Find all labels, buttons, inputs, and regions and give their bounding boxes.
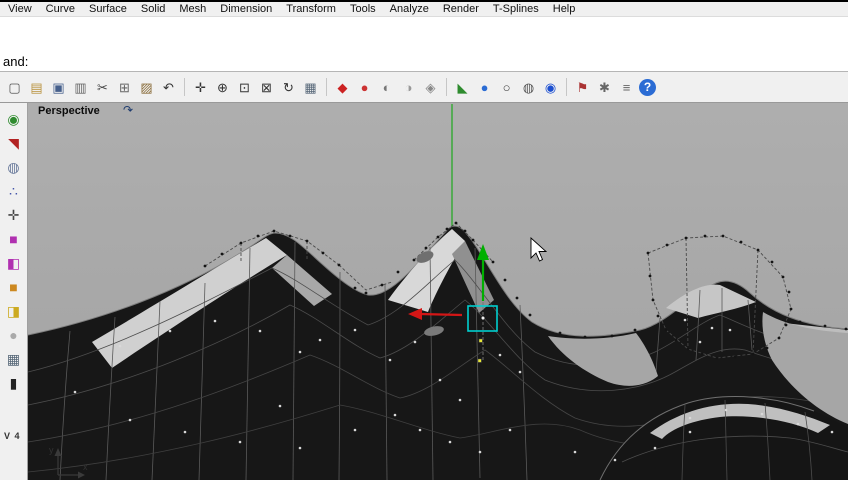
viewport-title[interactable]: Perspective [38,105,100,117]
version-label: V 4 [4,431,21,441]
menu-curve[interactable]: Curve [46,3,75,15]
perspective-viewport[interactable]: y x Perspective ↷ [28,103,848,480]
render-tool-2-icon[interactable]: ● [355,78,374,97]
gumball-move-icon[interactable]: ✛ [4,205,24,225]
open-file-icon[interactable]: ▤ [27,78,46,97]
grid-snap-icon[interactable]: ▦ [301,78,320,97]
menu-dimension[interactable]: Dimension [220,3,272,15]
cut-icon[interactable]: ✂ [93,78,112,97]
gray-sphere-icon[interactable]: ● [4,325,24,345]
shaded-sphere-icon[interactable]: ◉ [541,78,560,97]
dark-display-mode-icon[interactable]: ▮ [4,373,24,393]
zoom-extents-icon[interactable]: ⊠ [257,78,276,97]
pan-view-icon[interactable]: ✛ [191,78,210,97]
render-sphere-blue-icon[interactable]: ● [475,78,494,97]
command-history[interactable]: Option ( GripDisplayMode=Moved PointsOnS… [0,17,848,53]
orange-box-icon[interactable]: ■ [4,277,24,297]
selected-grip-point[interactable] [481,316,485,320]
copy-icon[interactable]: ⊞ [115,78,134,97]
lock-grips-icon[interactable]: ◈ [421,78,440,97]
checker-material-icon[interactable]: ▦ [4,349,24,369]
side-toolbar: ◉ ◥ ◍ ∴ ✛ ■ ◧ ■ ◨ ● ▦ ▮ V 4 [0,103,28,480]
menu-transform[interactable]: Transform [286,3,336,15]
menu-solid[interactable]: Solid [141,3,165,15]
menu-mesh[interactable]: Mesh [179,3,206,15]
flag-tool-icon[interactable]: ⚑ [573,78,592,97]
toolbar-separator [184,78,185,96]
render-tool-1-icon[interactable]: ◆ [333,78,352,97]
shaded-display-icon[interactable]: ◐ [377,78,396,97]
zoom-dynamic-icon[interactable]: ⊕ [213,78,232,97]
ghosted-display-icon[interactable]: ◑ [399,78,418,97]
wireframe-sphere-icon[interactable]: ○ [497,78,516,97]
help-icon[interactable]: ? [639,78,656,96]
menu-help[interactable]: Help [553,3,576,15]
rotate-arrow-icon[interactable]: ↷ [123,103,133,117]
print-icon[interactable]: ▥ [71,78,90,97]
viewport-canvas[interactable]: y x [28,103,848,480]
rotate-view-icon[interactable]: ↻ [279,78,298,97]
menu-view[interactable]: View [8,3,32,15]
yellow-box-split-icon[interactable]: ◨ [4,301,24,321]
menu-render[interactable]: Render [443,3,479,15]
menu-tools[interactable]: Tools [350,3,376,15]
save-file-icon[interactable]: ▣ [49,78,68,97]
axis-x-label: x [83,462,88,472]
main-toolbar: ▢ ▤ ▣ ▥ ✂ ⊞ ▨ ↶ ✛ ⊕ ⊡ ⊠ ↻ ▦ ◆ ● ◐ ◑ ◈ ◣ … [0,72,848,103]
main-content: ◉ ◥ ◍ ∴ ✛ ■ ◧ ■ ◨ ● ▦ ▮ V 4 y x Perspect… [0,103,848,480]
undo-icon[interactable]: ↶ [159,78,178,97]
command-prompt[interactable]: and: [0,53,848,72]
menu-tsplines[interactable]: T-Splines [493,3,539,15]
globe-view-icon[interactable]: ◍ [4,157,24,177]
menu-bar: View Curve Surface Solid Mesh Dimension … [0,2,848,17]
magenta-box-icon[interactable]: ■ [4,229,24,249]
layers-panel-icon[interactable]: ≡ [617,78,636,97]
options-gear-icon[interactable]: ✱ [595,78,614,97]
axis-y-label: y [49,445,54,455]
menu-analyze[interactable]: Analyze [390,3,429,15]
toolbar-separator [326,78,327,96]
dotted-sphere-icon[interactable]: ◍ [519,78,538,97]
magenta-box-split-icon[interactable]: ◧ [4,253,24,273]
new-document-icon[interactable]: ▢ [5,78,24,97]
menu-surface[interactable]: Surface [89,3,127,15]
toolbar-separator [446,78,447,96]
zoom-window-icon[interactable]: ⊡ [235,78,254,97]
red-select-tool-icon[interactable]: ◥ [4,133,24,153]
green-sphere-rotate-icon[interactable]: ◉ [4,109,24,129]
tsplines-tool-icon[interactable]: ◣ [453,78,472,97]
paste-icon[interactable]: ▨ [137,78,156,97]
point-edit-icon[interactable]: ∴ [4,181,24,201]
toolbar-separator [566,78,567,96]
